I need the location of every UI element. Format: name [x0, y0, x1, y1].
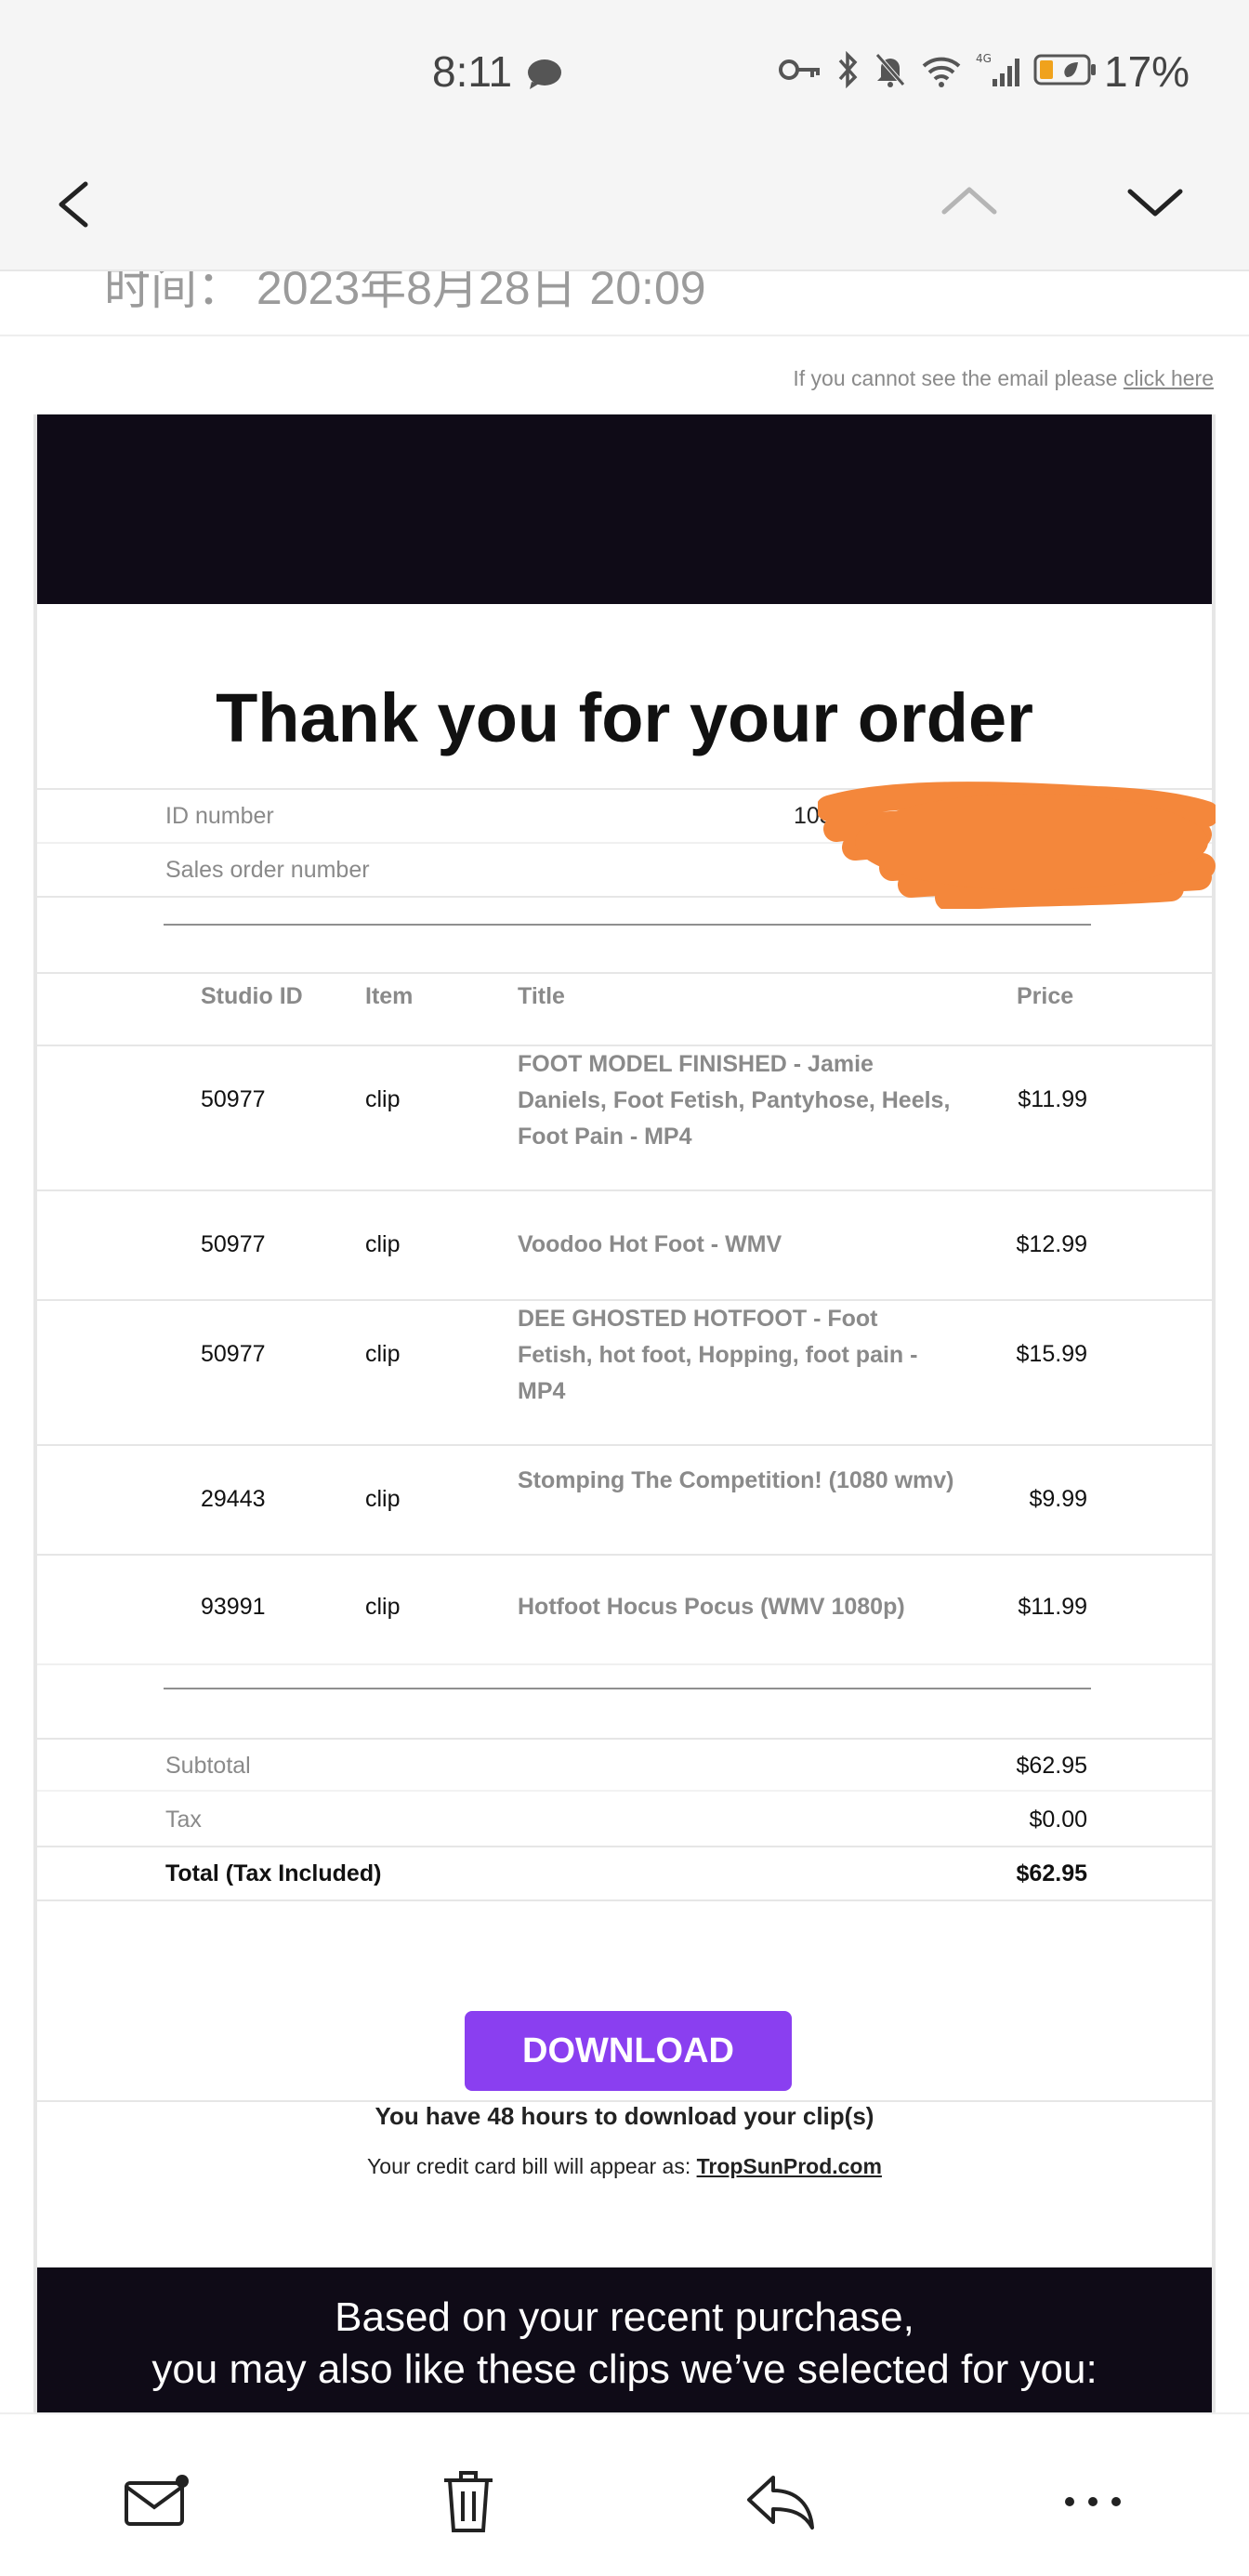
email-date: 时间： 2023年8月28日 20:09: [104, 271, 706, 314]
id-number-label: ID number: [165, 803, 274, 829]
tax-label: Tax: [165, 1807, 202, 1833]
column-header-studio-id: Studio ID: [201, 983, 303, 1009]
row-price: $9.99: [1029, 1486, 1087, 1512]
divider: [37, 1899, 1212, 1901]
redaction-scribble: [818, 782, 1216, 909]
subtotal-label: Subtotal: [165, 1753, 251, 1779]
credit-card-text: Your credit card bill will appear as:: [367, 2154, 697, 2178]
row-title: FOOT MODEL FINISHED - Jamie Daniels, Foo…: [518, 1051, 951, 1150]
divider: [37, 1790, 1212, 1792]
download-window-note: You have 48 hours to download your clip(…: [375, 2102, 874, 2130]
mute-bell-icon: [874, 51, 907, 93]
status-icons: 4G: [779, 50, 1097, 93]
column-header-price: Price: [1017, 983, 1074, 1009]
promo-line-2: you may also like these clips we’ve sele…: [151, 2346, 1098, 2392]
credit-card-note: Your credit card bill will appear as: Tr…: [37, 2154, 1212, 2179]
bottom-toolbar: [0, 2412, 1249, 2576]
chat-notification-icon: [526, 58, 563, 96]
row-studio-id: 29443: [201, 1486, 266, 1512]
previous-email-chevron-up-icon[interactable]: [939, 171, 1000, 232]
email-body: Thank you for your order ID number 103. …: [33, 414, 1216, 2412]
billing-descriptor-link[interactable]: TropSunProd.com: [697, 2154, 882, 2178]
divider: [37, 1663, 1212, 1665]
divider: [37, 1554, 1212, 1556]
divider: [37, 1846, 1212, 1847]
email-header-strip: 时间： 2023年8月28日 20:09: [0, 271, 1249, 336]
row-item: clip: [365, 1594, 401, 1620]
row-item: clip: [365, 1231, 401, 1257]
divider: [37, 1189, 1212, 1191]
row-studio-id: 93991: [201, 1594, 266, 1620]
trash-icon[interactable]: [431, 2464, 506, 2539]
recommendations-banner: Based on your recent purchase, you may a…: [37, 2267, 1212, 2412]
download-button[interactable]: DOWNLOAD: [465, 2011, 792, 2091]
mark-unread-mail-icon[interactable]: [119, 2464, 193, 2539]
email-navigation-bar: [0, 139, 1249, 271]
row-title: Hotfoot Hocus Pocus (WMV 1080p): [518, 1594, 905, 1620]
row-studio-id: 50977: [201, 1341, 266, 1367]
total-label: Total (Tax Included): [165, 1860, 382, 1886]
total-value: $62.95: [1016, 1860, 1087, 1886]
status-bar: 8:11 4G 17%: [0, 0, 1249, 139]
subtotal-value: $62.95: [1016, 1753, 1087, 1779]
row-studio-id: 50977: [201, 1231, 266, 1257]
row-title: Stomping The Competition! (1080 wmv): [518, 1467, 954, 1493]
view-online-notice: If you cannot see the email please click…: [793, 366, 1214, 391]
row-item: clip: [365, 1341, 401, 1367]
section-rule: [164, 1688, 1091, 1689]
page-title: Thank you for your order: [216, 679, 1033, 756]
cellular-signal-icon: 4G: [976, 51, 1020, 93]
more-options-icon[interactable]: [1056, 2464, 1130, 2539]
divider: [37, 1444, 1212, 1446]
divider: [37, 972, 1212, 974]
status-time: 8:11: [432, 47, 513, 96]
column-header-item: Item: [365, 983, 414, 1009]
row-title: DEE GHOSTED HOTFOOT - Foot Fetish, hot f…: [518, 1306, 918, 1404]
row-studio-id: 50977: [201, 1086, 266, 1112]
row-title: Voodoo Hot Foot - WMV: [518, 1231, 782, 1257]
bluetooth-icon: [835, 50, 861, 93]
click-here-link[interactable]: click here: [1124, 366, 1214, 390]
reply-icon[interactable]: [743, 2464, 818, 2539]
svg-text:4G: 4G: [976, 52, 992, 65]
battery-icon: [1033, 53, 1097, 91]
row-price: $11.99: [1018, 1086, 1087, 1112]
promo-line-1: Based on your recent purchase,: [335, 2294, 914, 2340]
row-price: $11.99: [1018, 1594, 1087, 1620]
back-button[interactable]: [52, 167, 108, 242]
section-rule: [164, 924, 1091, 926]
battery-percent: 17%: [1104, 47, 1190, 96]
next-email-chevron-down-icon[interactable]: [1124, 171, 1186, 232]
tax-value: $0.00: [1029, 1807, 1087, 1833]
row-price: $15.99: [1016, 1341, 1087, 1367]
view-online-text: If you cannot see the email please: [793, 366, 1124, 390]
row-item: clip: [365, 1486, 401, 1512]
divider: [37, 1738, 1212, 1740]
row-price: $12.99: [1016, 1231, 1087, 1257]
wifi-icon: [920, 51, 963, 93]
column-header-title: Title: [518, 983, 565, 1009]
sales-order-label: Sales order number: [165, 857, 370, 883]
header-banner: [37, 414, 1212, 604]
row-item: clip: [365, 1086, 401, 1112]
key-icon: [779, 57, 822, 87]
